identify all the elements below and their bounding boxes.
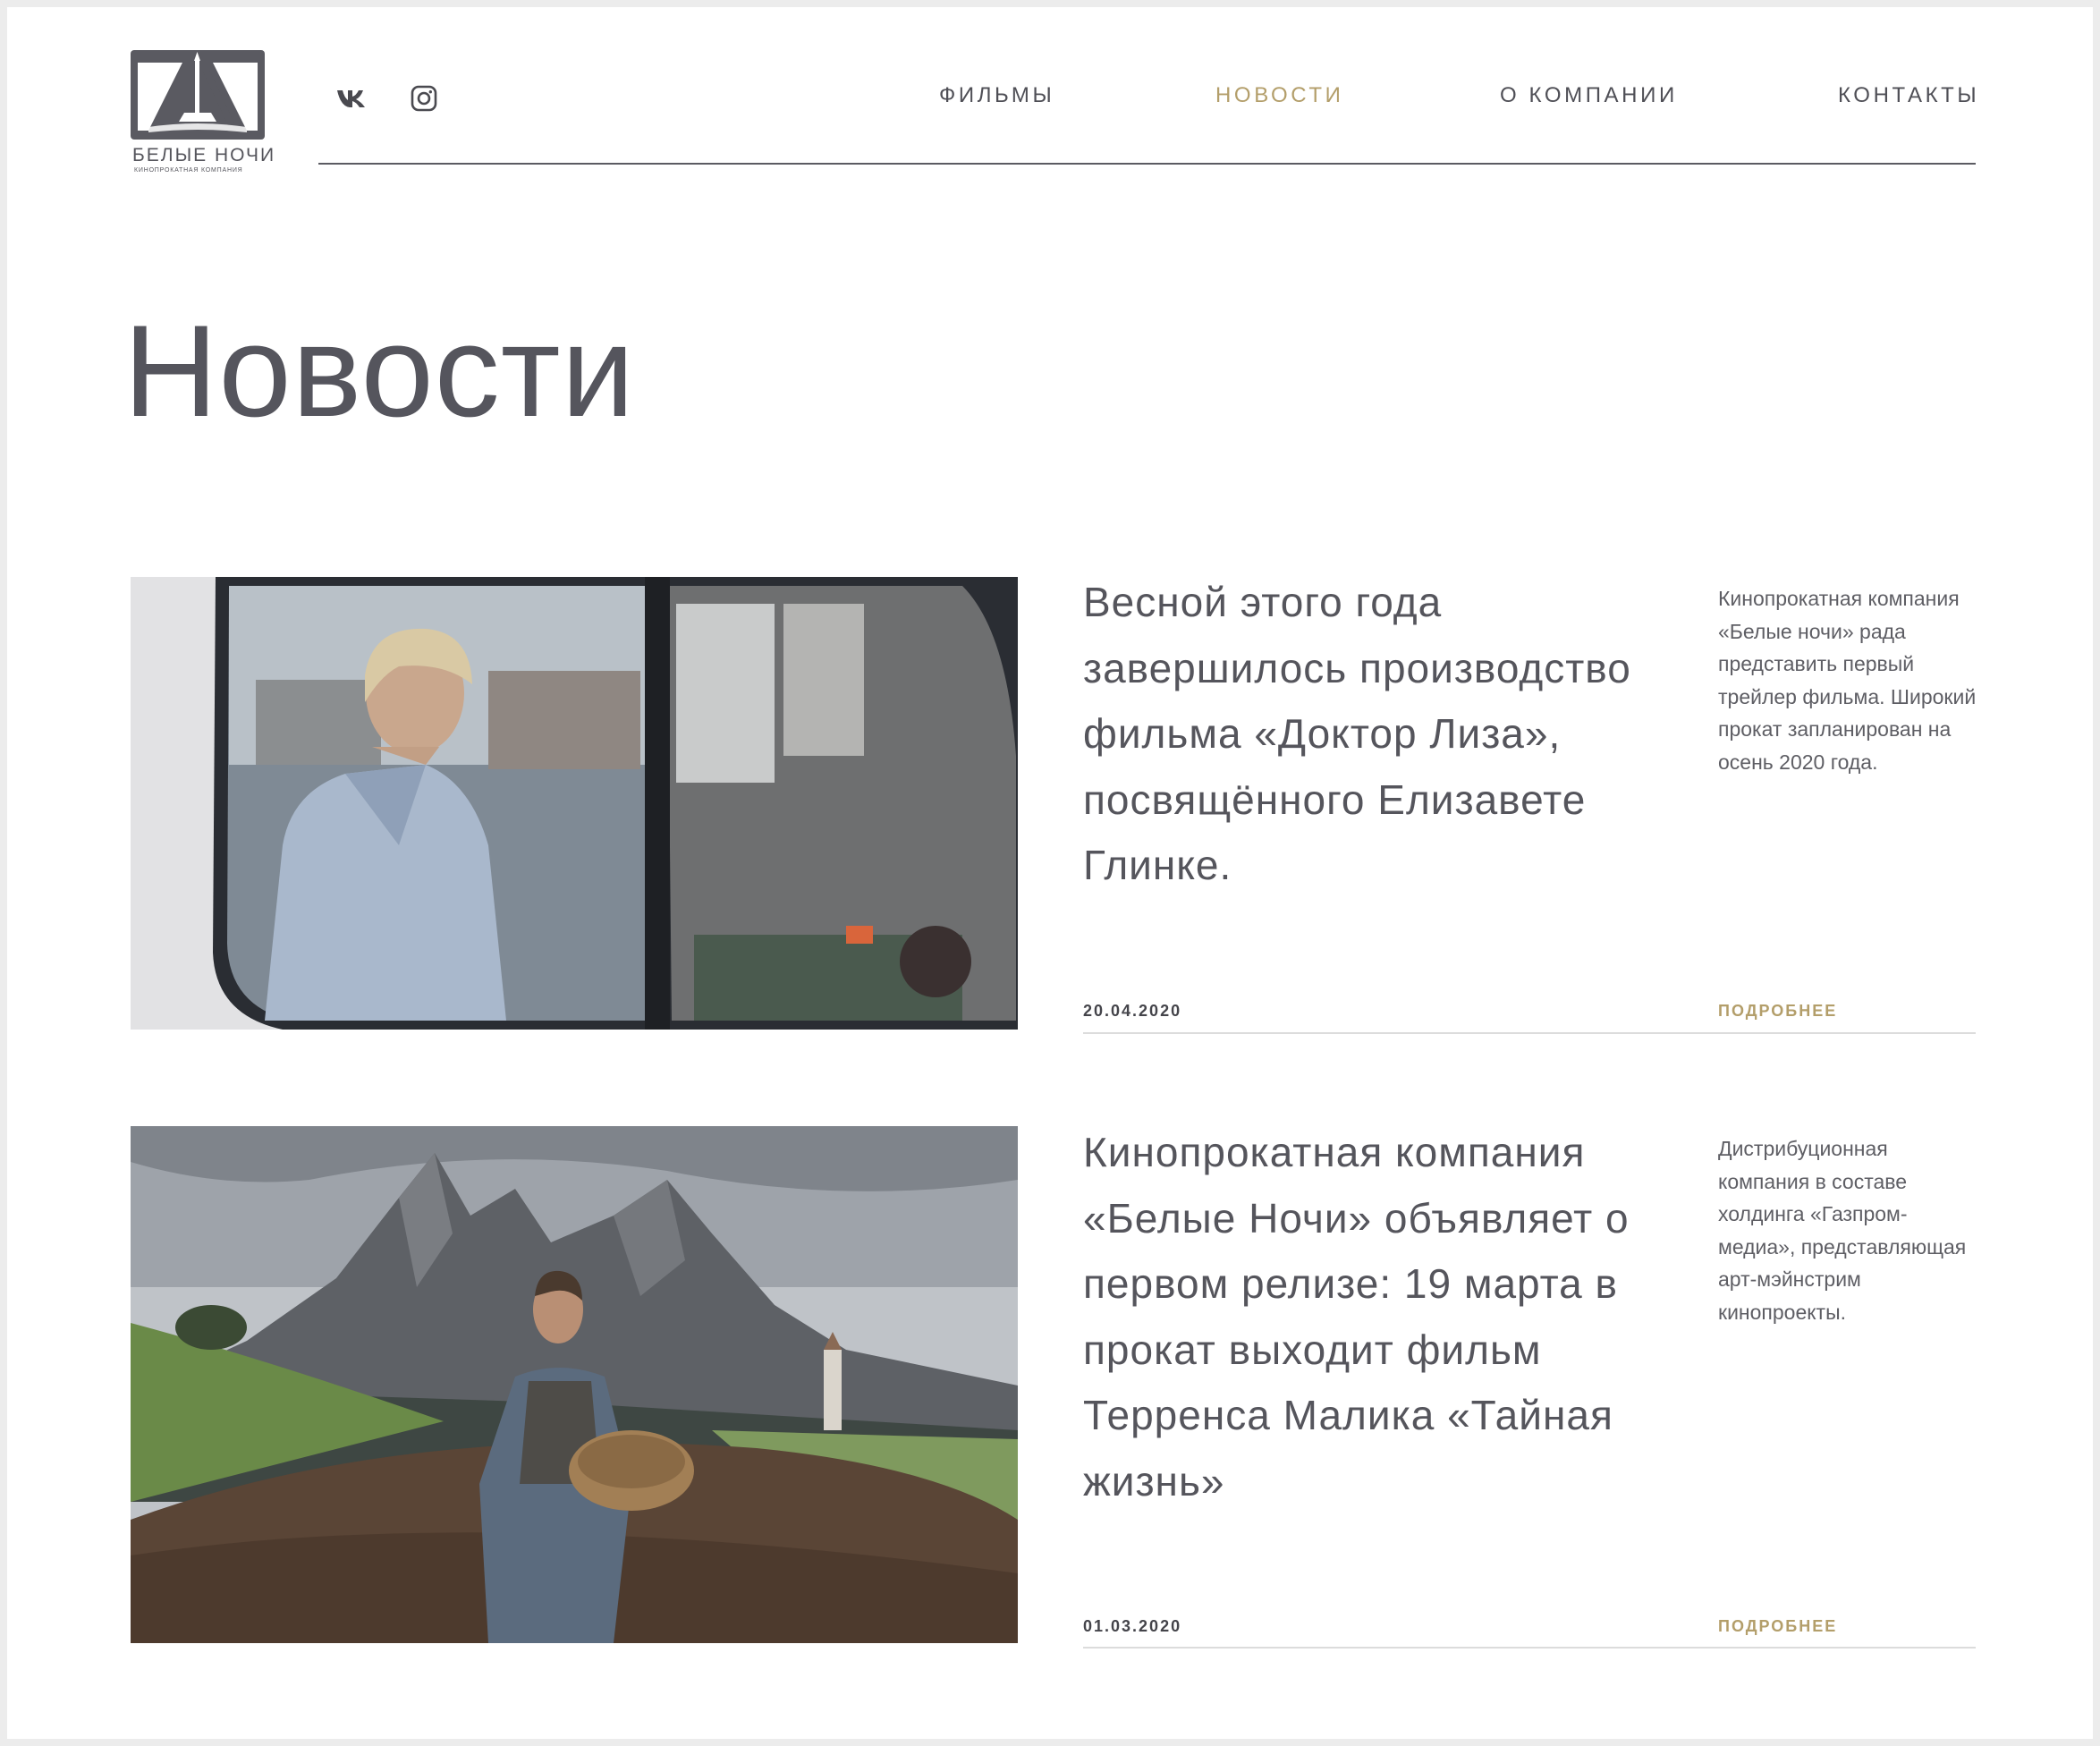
news-description-2: Дистрибуционная компания в составе холди… [1718,1137,1967,1324]
nav-item-news[interactable]: НОВОСТИ [1215,82,1344,109]
page: БЕЛЫЕ НОЧИ КИНОПРОКАТНАЯ КОМПАНИЯ ФИЛЬМЫ… [7,7,2093,1739]
news-description-1: Кинопрокатная компания «Белые ночи» рада… [1718,587,1977,774]
vk-icon [337,90,365,107]
news-title-1[interactable]: Весной этого года завершилось производст… [1083,570,1691,899]
nav-item-films[interactable]: ФИЛЬМЫ [939,82,1054,109]
news-photo [131,577,1018,1030]
news-more-link-2[interactable]: ПОДРОБНЕЕ [1718,1617,1837,1636]
news-title-2[interactable]: Кинопрокатная компания «Белые Ночи» объя… [1083,1120,1691,1514]
news-photo [131,1126,1018,1643]
brand-logo[interactable]: БЕЛЫЕ НОЧИ КИНОПРОКАТНАЯ КОМПАНИЯ [131,50,276,177]
news-image-2[interactable] [131,1126,1018,1643]
news-divider-2 [1083,1647,1976,1649]
nav-item-about[interactable]: О КОМПАНИИ [1500,82,1678,109]
news-divider-1 [1083,1032,1976,1034]
header-divider [318,163,1976,165]
instagram-link[interactable] [408,82,440,114]
vk-link[interactable] [331,82,372,114]
instagram-icon [411,85,437,112]
news-date-1: 20.04.2020 [1083,1002,1182,1020]
news-date-2: 01.03.2020 [1083,1617,1182,1635]
news-image-1[interactable] [131,577,1018,1030]
nav-item-contacts[interactable]: КОНТАКТЫ [1838,82,1979,109]
brand-tagline: КИНОПРОКАТНАЯ КОМПАНИЯ [134,167,243,174]
white-nights-logo-icon [131,50,265,140]
page-title: Новости [123,298,636,444]
news-more-link-1[interactable]: ПОДРОБНЕЕ [1718,1002,1837,1021]
brand-name: БЕЛЫЕ НОЧИ [132,145,276,165]
